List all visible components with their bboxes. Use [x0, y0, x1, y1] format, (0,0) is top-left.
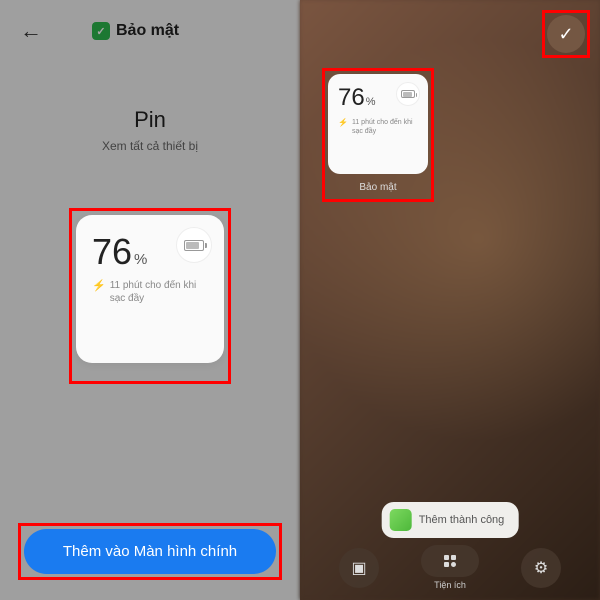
confirm-button[interactable] [547, 15, 585, 53]
settings-button[interactable]: ⚙ [521, 548, 561, 588]
widgets-label: Tiện ích [434, 580, 466, 590]
success-icon [390, 509, 412, 531]
widgets-button[interactable]: Tiện ích [421, 545, 479, 590]
settings-screen: ← Bảo mật Pin Xem tất cả thiết bị 76% [0, 0, 300, 600]
highlight-box-widget: 76% ⚡ 11 phút cho đến khi sạc đầy [69, 208, 231, 384]
battery-icon [184, 240, 204, 251]
battery-widget-preview[interactable]: 76% ⚡ 11 phút cho đến khi sạc đầy [76, 215, 224, 363]
highlight-box-button: Thêm vào Màn hình chính [18, 523, 282, 580]
battery-widget-placed[interactable]: 76% ⚡ 11 phút cho đến khi sạc đầy [328, 74, 428, 174]
highlight-box-placed-widget: 76% ⚡ 11 phút cho đến khi sạc đầy Bảo mậ… [322, 68, 434, 202]
wallpaper-button[interactable]: ▣ [339, 548, 379, 588]
lightning-icon: ⚡ [92, 279, 106, 292]
charge-info: ⚡ 11 phút cho đến khi sạc đầy [338, 118, 418, 136]
widget-label: Bảo mật [328, 182, 428, 193]
add-to-home-button[interactable]: Thêm vào Màn hình chính [24, 529, 276, 574]
widgets-icon [444, 555, 456, 567]
highlight-box-confirm [542, 10, 590, 58]
battery-icon-circle [176, 227, 212, 263]
lightning-icon: ⚡ [338, 118, 348, 127]
toast-text: Thêm thành công [419, 514, 505, 526]
battery-icon [401, 90, 415, 98]
gear-icon: ⚙ [534, 558, 548, 578]
editor-bottom-bar: ▣ Tiện ích ⚙ [300, 545, 600, 590]
charge-info: ⚡ 11 phút cho đến khi sạc đầy [92, 279, 208, 305]
home-screen: 76% ⚡ 11 phút cho đến khi sạc đầy Bảo mậ… [300, 0, 600, 600]
image-icon: ▣ [351, 558, 366, 578]
battery-icon-circle [396, 82, 420, 106]
success-toast: Thêm thành công [382, 502, 519, 538]
